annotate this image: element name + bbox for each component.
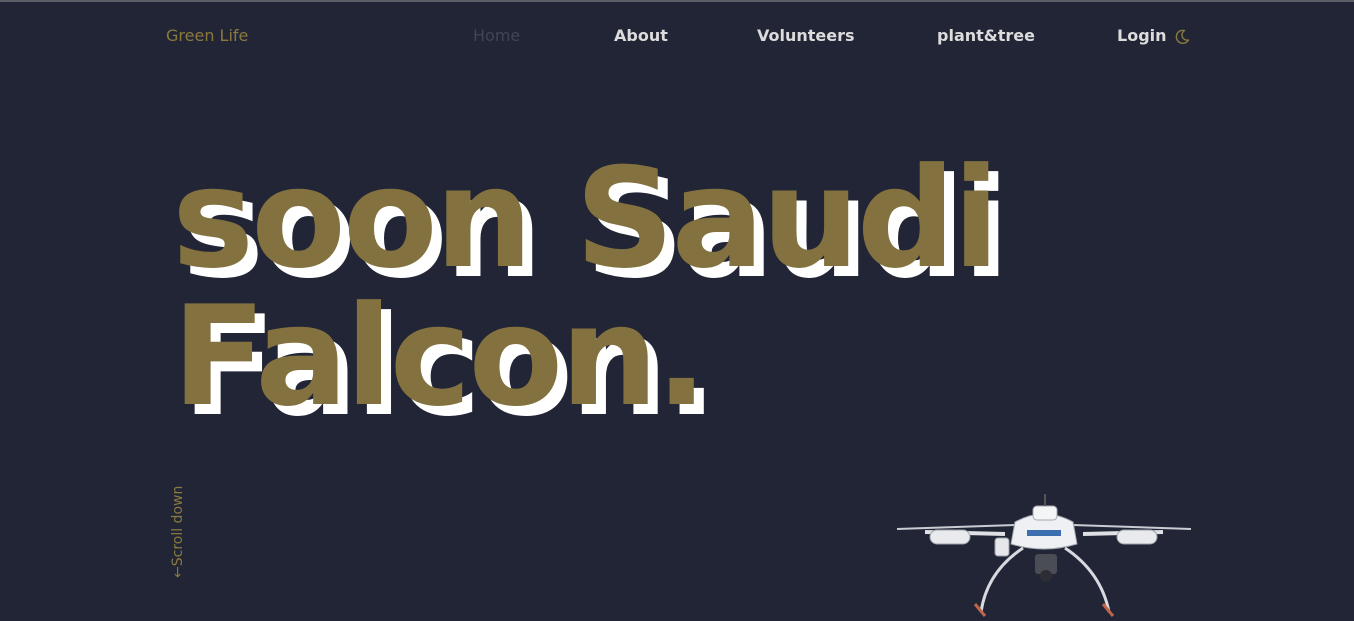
moon-icon[interactable] xyxy=(1174,29,1190,45)
brand-logo[interactable]: Green Life xyxy=(166,26,248,45)
nav-about[interactable]: About xyxy=(614,26,668,45)
nav-volunteers[interactable]: Volunteers xyxy=(757,26,855,45)
hero-title: soon Saudi Falcon. xyxy=(172,150,1072,426)
scroll-down-link[interactable]: ←Scroll down xyxy=(170,480,186,578)
hero-line-1: soon Saudi xyxy=(172,138,1000,299)
nav-plant-tree[interactable]: plant&tree xyxy=(937,26,1035,45)
drone-image xyxy=(896,494,1192,617)
top-navigation: Green Life Home About Volunteers plant&t… xyxy=(0,0,1354,74)
hero-line-2: Falcon. xyxy=(172,276,708,437)
nav-home[interactable]: Home xyxy=(473,26,520,45)
nav-login[interactable]: Login xyxy=(1117,26,1167,45)
